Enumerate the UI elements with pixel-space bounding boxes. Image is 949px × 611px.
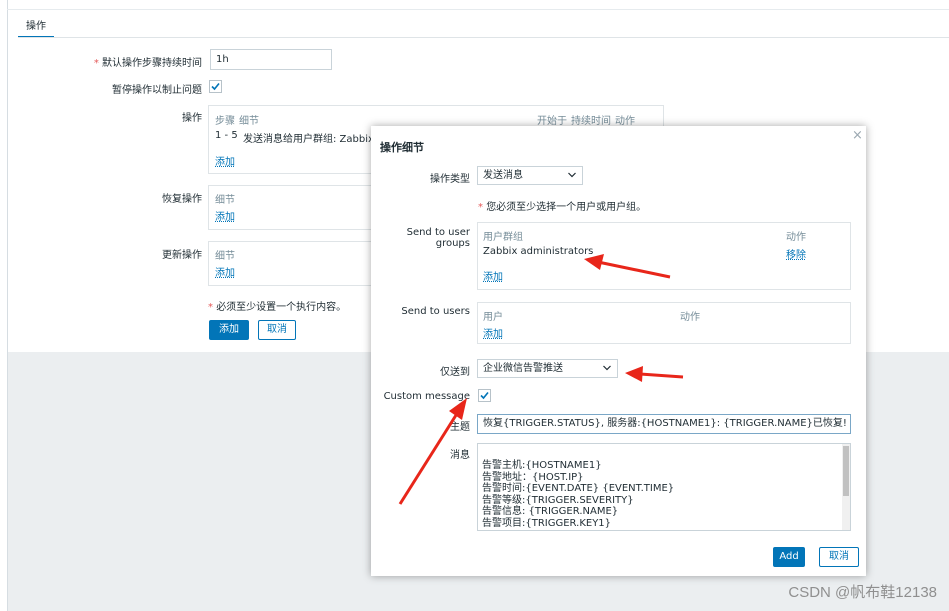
annotation-arrows bbox=[398, 254, 684, 505]
arrow-custom-message bbox=[398, 398, 467, 505]
arrow-send-only-to bbox=[625, 366, 684, 382]
arrow-user-groups bbox=[584, 254, 671, 279]
watermark: CSDN @帆布鞋12138 bbox=[788, 584, 937, 601]
